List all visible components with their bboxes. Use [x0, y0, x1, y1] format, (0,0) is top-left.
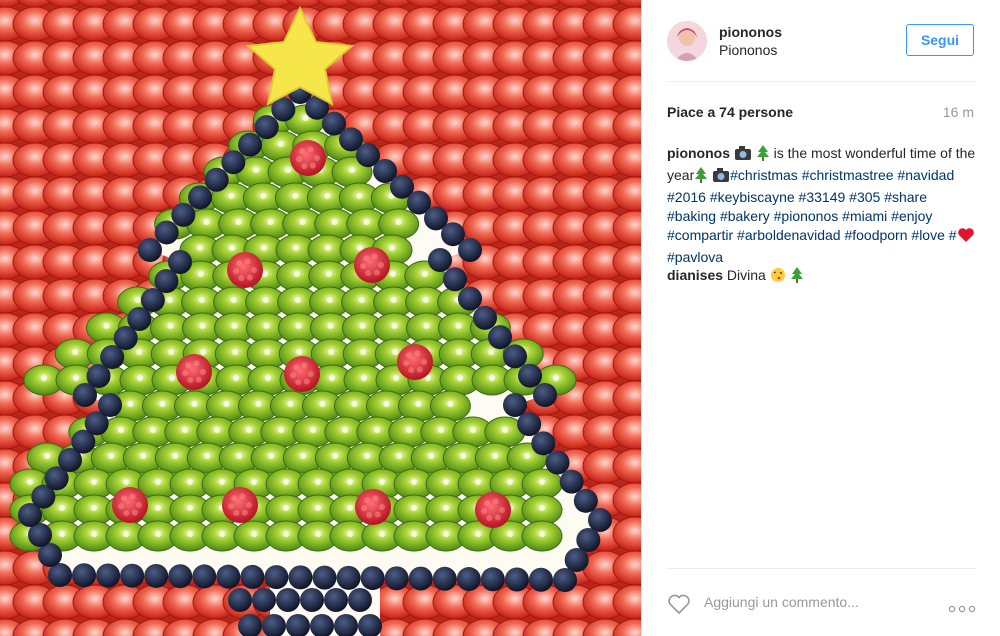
kissing-face-emoji-icon: [770, 267, 786, 288]
divider: [666, 568, 976, 569]
avatar[interactable]: [667, 21, 707, 61]
location-label[interactable]: Piononos: [719, 42, 777, 58]
christmas-tree-emoji-icon: [756, 145, 770, 166]
hashtag[interactable]: #foodporn: [844, 227, 907, 243]
red-heart-emoji-icon: [957, 227, 975, 248]
follow-button[interactable]: Segui: [906, 24, 974, 56]
fruit-christmas-tree-image: [0, 0, 641, 636]
hashtag[interactable]: #arboldenavidad: [737, 227, 841, 243]
comment-author[interactable]: dianises: [667, 267, 723, 283]
hashtag[interactable]: #keybiscayne: [710, 189, 795, 205]
heart-outline-icon[interactable]: [667, 593, 691, 620]
username[interactable]: piononos: [719, 24, 782, 40]
christmas-tree-emoji-icon: [790, 267, 804, 288]
comment-item: dianises Divina: [667, 266, 977, 288]
post-header: piononos Piononos Segui: [642, 0, 1000, 82]
post-photo[interactable]: [0, 0, 641, 636]
hashtag[interactable]: #baking: [667, 208, 716, 224]
comment-text: Divina: [726, 267, 766, 283]
post-caption: piononos is the most wonderful time of t…: [667, 144, 977, 267]
hashtag[interactable]: #compartir: [667, 227, 733, 243]
post-details-panel: piononos Piononos Segui Piace a 74 perso…: [641, 0, 1000, 636]
christmas-tree-emoji-icon: [694, 167, 708, 188]
hashtag[interactable]: #: [949, 227, 957, 243]
hashtag[interactable]: #enjoy: [891, 208, 932, 224]
hashtag[interactable]: #bakery: [720, 208, 770, 224]
ellipsis-icon[interactable]: [948, 600, 976, 618]
divider: [666, 81, 976, 82]
hashtag[interactable]: #christmastree: [802, 167, 894, 183]
hashtag[interactable]: #piononos: [774, 208, 839, 224]
camera-emoji-icon: [734, 145, 752, 166]
add-comment-input[interactable]: Aggiungi un commento...: [704, 594, 859, 610]
hashtag[interactable]: #navidad: [897, 167, 954, 183]
camera-emoji-icon: [712, 167, 730, 188]
hashtag[interactable]: #christmas: [730, 167, 798, 183]
hashtag[interactable]: #2016: [667, 189, 706, 205]
hashtag[interactable]: #miami: [842, 208, 887, 224]
hashtag[interactable]: #pavlova: [667, 249, 723, 265]
likes-count[interactable]: Piace a 74 persone: [667, 104, 793, 120]
timestamp[interactable]: 16 m: [943, 104, 974, 120]
hashtag[interactable]: #33149: [799, 189, 846, 205]
hashtag[interactable]: #love: [911, 227, 944, 243]
hashtag[interactable]: #share: [884, 189, 927, 205]
caption-author[interactable]: piononos: [667, 145, 730, 161]
hashtag[interactable]: #305: [849, 189, 880, 205]
